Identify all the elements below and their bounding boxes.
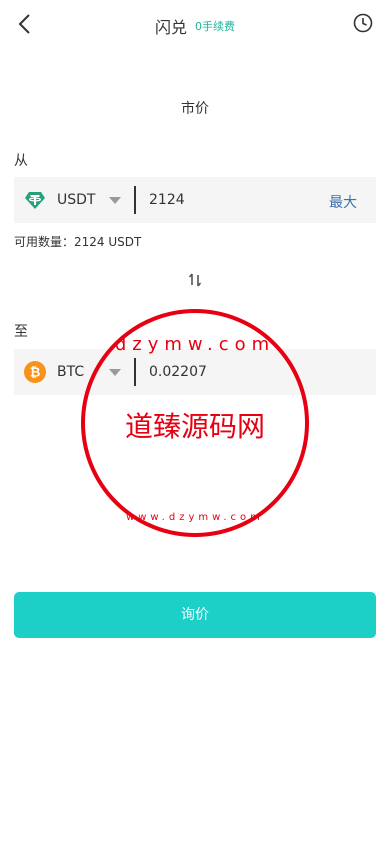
watermark-text: 道臻源码网	[125, 410, 265, 443]
available-balance: 可用数量：2124 USDT	[14, 235, 142, 249]
to-coin-name[interactable]: BTC	[57, 364, 84, 380]
title-group: 闪兑 0手续费	[0, 14, 390, 38]
watermark-stamp: 道臻源码网 dzymw.com www.dzymw.com	[81, 309, 309, 537]
from-amount-input[interactable]: 2124	[149, 192, 185, 208]
from-label: 从	[14, 153, 28, 169]
top-bar: 闪兑 0手续费	[0, 0, 390, 46]
clock-icon[interactable]	[352, 12, 374, 34]
to-row[interactable]: ₿ BTC 0.02207	[14, 349, 376, 395]
tether-icon	[25, 192, 45, 209]
page-title: 闪兑	[154, 18, 187, 37]
swap-vertical-icon[interactable]	[187, 272, 203, 288]
max-button[interactable]: 最大	[329, 192, 357, 212]
order-type-label[interactable]: 市价	[0, 98, 390, 118]
fee-badge: 0手续费	[195, 20, 235, 33]
to-amount-value: 0.02207	[149, 364, 207, 380]
watermark-url-bottom: www.dzymw.com	[126, 512, 264, 523]
to-label: 至	[14, 324, 28, 340]
bitcoin-icon: ₿	[24, 361, 46, 383]
caret-down-icon[interactable]	[109, 369, 121, 376]
quote-button[interactable]: 询价	[14, 592, 376, 638]
from-coin-name[interactable]: USDT	[57, 192, 95, 208]
input-cursor	[134, 186, 136, 214]
input-divider	[134, 358, 136, 386]
from-row[interactable]: USDT 2124 最大	[14, 177, 376, 223]
caret-down-icon[interactable]	[109, 197, 121, 204]
svg-text:₿: ₿	[30, 366, 41, 381]
